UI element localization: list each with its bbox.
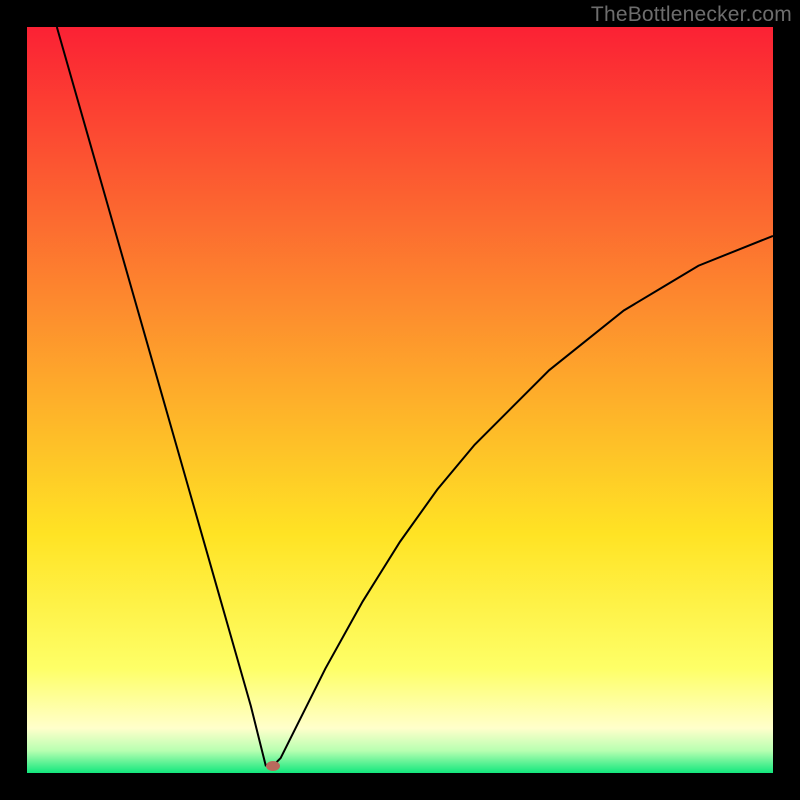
chart-frame: TheBottlenecker.com [0,0,800,800]
plot-area [27,27,773,773]
bottleneck-curve [27,27,773,773]
optimal-marker [266,761,280,771]
watermark-text: TheBottlenecker.com [591,3,792,27]
